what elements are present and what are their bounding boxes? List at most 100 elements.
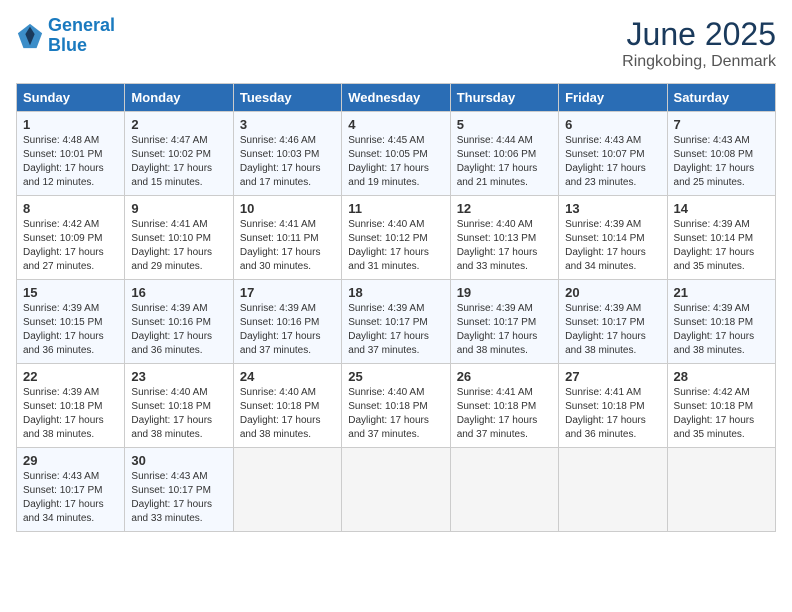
calendar-cell: 4 Sunrise: 4:45 AM Sunset: 10:05 PM Dayli… — [342, 112, 450, 196]
day-info: Sunrise: 4:42 AM Sunset: 10:18 PM Daylig… — [674, 386, 769, 442]
calendar-cell: 12Sunrise: 4:40 AM Sunset: 10:13 PM Dayl… — [450, 196, 558, 280]
day-info: Sunrise: 4:47 AM Sunset: 10:02 PM Daylig… — [131, 134, 226, 190]
calendar-subtitle: Ringkobing, Denmark — [622, 53, 776, 71]
day-info: Sunrise: 4:40 AM Sunset: 10:18 PM Daylig… — [131, 386, 226, 442]
day-number: 14 — [674, 201, 769, 216]
day-number: 9 — [131, 201, 226, 216]
day-info: Sunrise: 4:40 AM Sunset: 10:12 PM Daylig… — [348, 218, 443, 274]
calendar-cell: 13 Sunrise: 4:39 AM Sunset: 10:14 PM Dayl… — [559, 196, 667, 280]
day-number: 2 — [131, 117, 226, 132]
calendar-title: June 2025 — [622, 16, 776, 53]
column-header-friday: Friday — [559, 84, 667, 112]
day-info: Sunrise: 4:41 AM Sunset: 10:18 PM Daylig… — [565, 386, 660, 442]
day-number: 30 — [131, 453, 226, 468]
day-number: 28 — [674, 369, 769, 384]
day-info: Sunrise: 4:41 AM Sunset: 10:11 PM Daylig… — [240, 218, 335, 274]
day-info: Sunrise: 4:39 AM Sunset: 10:14 PM Daylig… — [565, 218, 660, 274]
calendar-cell: 24 Sunrise: 4:40 AM Sunset: 10:18 PM Dayl… — [233, 364, 341, 448]
calendar-cell: 30 Sunrise: 4:43 AM Sunset: 10:17 PM Dayl… — [125, 448, 233, 532]
day-number: 11 — [348, 201, 443, 216]
page-header: General Blue June 2025 Ringkobing, Denma… — [16, 16, 776, 71]
day-number: 20 — [565, 285, 660, 300]
calendar-cell — [559, 448, 667, 532]
day-info: Sunrise: 4:39 AM Sunset: 10:16 PM Daylig… — [131, 302, 226, 358]
calendar-cell — [233, 448, 341, 532]
day-number: 12 — [457, 201, 552, 216]
column-header-thursday: Thursday — [450, 84, 558, 112]
logo-text-line2: Blue — [48, 36, 115, 56]
column-header-sunday: Sunday — [17, 84, 125, 112]
calendar-cell: 26 Sunrise: 4:41 AM Sunset: 10:18 PM Dayl… — [450, 364, 558, 448]
calendar-cell — [342, 448, 450, 532]
day-info: Sunrise: 4:41 AM Sunset: 10:10 PM Daylig… — [131, 218, 226, 274]
day-number: 23 — [131, 369, 226, 384]
title-block: June 2025 Ringkobing, Denmark — [622, 16, 776, 71]
day-number: 6 — [565, 117, 660, 132]
day-info: Sunrise: 4:48 AM Sunset: 10:01 PM Daylig… — [23, 134, 118, 190]
calendar-cell: 27 Sunrise: 4:41 AM Sunset: 10:18 PM Dayl… — [559, 364, 667, 448]
day-info: Sunrise: 4:46 AM Sunset: 10:03 PM Daylig… — [240, 134, 335, 190]
calendar-cell: 10Sunrise: 4:41 AM Sunset: 10:11 PM Dayl… — [233, 196, 341, 280]
column-header-tuesday: Tuesday — [233, 84, 341, 112]
day-number: 26 — [457, 369, 552, 384]
day-info: Sunrise: 4:43 AM Sunset: 10:17 PM Daylig… — [23, 470, 118, 526]
column-header-monday: Monday — [125, 84, 233, 112]
day-info: Sunrise: 4:39 AM Sunset: 10:14 PM Daylig… — [674, 218, 769, 274]
calendar-cell: 9 Sunrise: 4:41 AM Sunset: 10:10 PM Dayli… — [125, 196, 233, 280]
calendar-cell: 20 Sunrise: 4:39 AM Sunset: 10:17 PM Dayl… — [559, 280, 667, 364]
day-number: 16 — [131, 285, 226, 300]
day-number: 27 — [565, 369, 660, 384]
day-number: 24 — [240, 369, 335, 384]
day-number: 4 — [348, 117, 443, 132]
calendar-cell: 15 Sunrise: 4:39 AM Sunset: 10:15 PM Dayl… — [17, 280, 125, 364]
calendar-cell — [667, 448, 775, 532]
day-info: Sunrise: 4:41 AM Sunset: 10:18 PM Daylig… — [457, 386, 552, 442]
week-row-3: 15 Sunrise: 4:39 AM Sunset: 10:15 PM Dayl… — [17, 280, 776, 364]
day-info: Sunrise: 4:43 AM Sunset: 10:08 PM Daylig… — [674, 134, 769, 190]
day-info: Sunrise: 4:45 AM Sunset: 10:05 PM Daylig… — [348, 134, 443, 190]
week-row-1: 1 Sunrise: 4:48 AM Sunset: 10:01 PM Dayli… — [17, 112, 776, 196]
calendar-header: SundayMondayTuesdayWednesdayThursdayFrid… — [17, 84, 776, 112]
day-number: 17 — [240, 285, 335, 300]
calendar-cell: 23 Sunrise: 4:40 AM Sunset: 10:18 PM Dayl… — [125, 364, 233, 448]
calendar-cell: 3 Sunrise: 4:46 AM Sunset: 10:03 PM Dayli… — [233, 112, 341, 196]
logo-icon — [16, 22, 44, 50]
calendar-cell: 7Sunrise: 4:43 AM Sunset: 10:08 PM Dayli… — [667, 112, 775, 196]
day-number: 21 — [674, 285, 769, 300]
column-header-wednesday: Wednesday — [342, 84, 450, 112]
week-row-4: 22Sunrise: 4:39 AM Sunset: 10:18 PM Dayl… — [17, 364, 776, 448]
calendar-cell: 19Sunrise: 4:39 AM Sunset: 10:17 PM Dayl… — [450, 280, 558, 364]
day-number: 3 — [240, 117, 335, 132]
calendar-cell: 28 Sunrise: 4:42 AM Sunset: 10:18 PM Dayl… — [667, 364, 775, 448]
week-row-2: 8Sunrise: 4:42 AM Sunset: 10:09 PM Dayli… — [17, 196, 776, 280]
week-row-5: 29 Sunrise: 4:43 AM Sunset: 10:17 PM Dayl… — [17, 448, 776, 532]
day-number: 15 — [23, 285, 118, 300]
day-info: Sunrise: 4:39 AM Sunset: 10:18 PM Daylig… — [674, 302, 769, 358]
day-number: 18 — [348, 285, 443, 300]
day-info: Sunrise: 4:39 AM Sunset: 10:17 PM Daylig… — [348, 302, 443, 358]
day-info: Sunrise: 4:43 AM Sunset: 10:17 PM Daylig… — [131, 470, 226, 526]
calendar-cell: 11 Sunrise: 4:40 AM Sunset: 10:12 PM Dayl… — [342, 196, 450, 280]
day-info: Sunrise: 4:44 AM Sunset: 10:06 PM Daylig… — [457, 134, 552, 190]
calendar-cell: 25Sunrise: 4:40 AM Sunset: 10:18 PM Dayl… — [342, 364, 450, 448]
day-info: Sunrise: 4:40 AM Sunset: 10:18 PM Daylig… — [240, 386, 335, 442]
calendar-cell: 6Sunrise: 4:43 AM Sunset: 10:07 PM Dayli… — [559, 112, 667, 196]
day-number: 5 — [457, 117, 552, 132]
calendar-cell: 17Sunrise: 4:39 AM Sunset: 10:16 PM Dayl… — [233, 280, 341, 364]
day-number: 1 — [23, 117, 118, 132]
calendar-cell: 2 Sunrise: 4:47 AM Sunset: 10:02 PM Dayli… — [125, 112, 233, 196]
day-number: 8 — [23, 201, 118, 216]
calendar-cell: 8Sunrise: 4:42 AM Sunset: 10:09 PM Dayli… — [17, 196, 125, 280]
logo-text-line1: General — [48, 16, 115, 36]
day-info: Sunrise: 4:40 AM Sunset: 10:18 PM Daylig… — [348, 386, 443, 442]
calendar-cell: 18 Sunrise: 4:39 AM Sunset: 10:17 PM Dayl… — [342, 280, 450, 364]
calendar-cell: 16 Sunrise: 4:39 AM Sunset: 10:16 PM Dayl… — [125, 280, 233, 364]
day-number: 29 — [23, 453, 118, 468]
column-header-saturday: Saturday — [667, 84, 775, 112]
calendar-cell: 14 Sunrise: 4:39 AM Sunset: 10:14 PM Dayl… — [667, 196, 775, 280]
day-info: Sunrise: 4:39 AM Sunset: 10:17 PM Daylig… — [565, 302, 660, 358]
header-row: SundayMondayTuesdayWednesdayThursdayFrid… — [17, 84, 776, 112]
day-number: 13 — [565, 201, 660, 216]
day-info: Sunrise: 4:39 AM Sunset: 10:15 PM Daylig… — [23, 302, 118, 358]
calendar-cell: 22Sunrise: 4:39 AM Sunset: 10:18 PM Dayl… — [17, 364, 125, 448]
